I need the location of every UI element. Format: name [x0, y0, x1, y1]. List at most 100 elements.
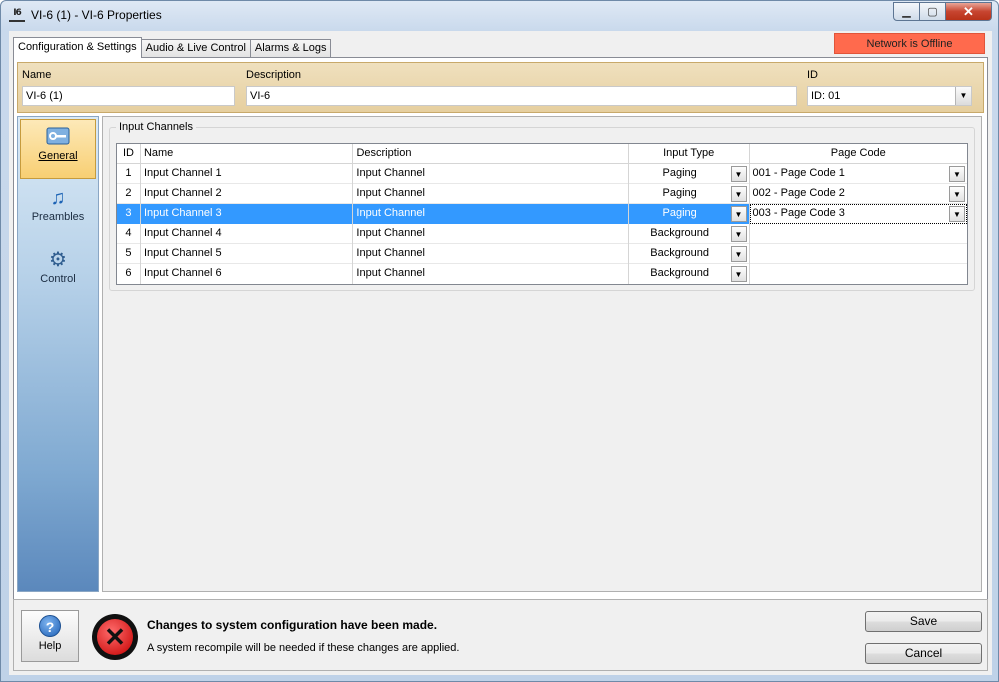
network-status-badge: Network is Offline: [834, 33, 985, 54]
title-bar[interactable]: I6 VI-6 (1) - VI-6 Properties ▁ ▢ ✕: [1, 1, 998, 31]
input-type-select[interactable]: Background ▼: [629, 224, 750, 244]
page-code-value: 002 - Page Code 2: [752, 187, 845, 199]
chevron-down-icon[interactable]: ▼: [730, 246, 747, 262]
table-row[interactable]: 6 Input Channel 6 Input Channel Backgrou…: [117, 264, 967, 284]
row-description[interactable]: Input Channel: [353, 244, 629, 264]
input-type-value: Paging: [662, 207, 697, 219]
row-id: 3: [117, 204, 141, 224]
error-icon: ✕: [92, 614, 138, 660]
table-row[interactable]: 2 Input Channel 2 Input Channel Paging ▼ …: [117, 184, 967, 204]
help-button[interactable]: ? Help: [21, 610, 79, 662]
input-type-value: Background: [650, 247, 709, 259]
table-row[interactable]: 1 Input Channel 1 Input Channel Paging ▼ …: [117, 164, 967, 184]
page-code-cell[interactable]: [750, 264, 967, 284]
column-header-name[interactable]: Name: [141, 144, 354, 164]
close-button[interactable]: ✕: [946, 2, 992, 21]
help-label: Help: [38, 640, 62, 652]
footer-bar: ? Help ✕ Changes to system configuration…: [13, 599, 988, 671]
input-type-select[interactable]: Paging ▼: [628, 204, 750, 224]
nav-item-control[interactable]: ⚙ Control: [20, 243, 96, 303]
table-row[interactable]: 4 Input Channel 4 Input Channel Backgrou…: [117, 224, 967, 244]
chevron-down-icon[interactable]: ▼: [730, 226, 747, 242]
page-code-value: 003 - Page Code 3: [749, 204, 967, 224]
column-header-id[interactable]: ID: [117, 144, 141, 164]
row-id: 4: [117, 224, 141, 244]
input-channels-grid: ID Name Description Input Type Page Code…: [116, 143, 968, 285]
tab-audio-live-control[interactable]: Audio & Live Control: [140, 39, 251, 57]
maximize-icon: ▢: [927, 6, 938, 18]
column-header-input-type[interactable]: Input Type: [629, 144, 750, 164]
row-name[interactable]: Input Channel 2: [141, 184, 354, 204]
page-code-select[interactable]: 001 - Page Code 1 ▼: [750, 164, 967, 184]
tab-configuration-settings[interactable]: Configuration & Settings: [13, 37, 142, 58]
input-type-value: Paging: [662, 167, 697, 179]
input-type-value: Background: [650, 267, 709, 279]
row-description[interactable]: Input Channel: [353, 164, 629, 184]
page-code-value: 001 - Page Code 1: [752, 167, 845, 179]
row-description[interactable]: Input Channel: [353, 224, 629, 244]
device-header: Name VI-6 (1) Description VI-6 ID ID: 01…: [17, 62, 984, 113]
changes-message-title: Changes to system configuration have bee…: [147, 618, 438, 632]
page-code-cell[interactable]: [750, 224, 967, 244]
nav-label-preambles: Preambles: [31, 211, 85, 223]
nav-label-general: General: [38, 150, 78, 162]
row-name[interactable]: Input Channel 1: [141, 164, 354, 184]
properties-window: I6 VI-6 (1) - VI-6 Properties ▁ ▢ ✕ Conf…: [0, 0, 999, 682]
maximize-button[interactable]: ▢: [920, 2, 946, 21]
tab-strip: Configuration & Settings Audio & Live Co…: [13, 37, 332, 58]
configuration-panel: Name VI-6 (1) Description VI-6 ID ID: 01…: [13, 57, 988, 671]
name-label: Name: [22, 69, 52, 81]
name-field[interactable]: VI-6 (1): [22, 86, 235, 106]
chevron-down-icon[interactable]: ▼: [955, 87, 971, 105]
chevron-down-icon[interactable]: ▼: [948, 186, 965, 202]
general-content: Input Channels ID Name Description Input…: [102, 116, 982, 592]
description-field[interactable]: VI-6: [246, 86, 797, 106]
row-description[interactable]: Input Channel: [353, 264, 629, 284]
client-area: Configuration & Settings Audio & Live Co…: [9, 31, 992, 675]
description-label: Description: [246, 69, 302, 81]
chevron-down-icon[interactable]: ▼: [730, 166, 747, 182]
nav-item-general[interactable]: General: [20, 119, 96, 179]
row-id: 5: [117, 244, 141, 264]
left-nav: General ♫ Preambles ⚙ Control: [17, 116, 99, 592]
id-select[interactable]: ID: 01 ▼: [807, 86, 972, 106]
column-header-description[interactable]: Description: [353, 144, 629, 164]
minimize-button[interactable]: ▁: [893, 2, 920, 21]
grid-header-row: ID Name Description Input Type Page Code: [117, 144, 967, 164]
row-id: 1: [117, 164, 141, 184]
input-channels-group: Input Channels ID Name Description Input…: [109, 121, 975, 291]
chevron-down-icon[interactable]: ▼: [948, 166, 965, 182]
chevron-down-icon[interactable]: ▼: [730, 266, 747, 282]
chevron-down-icon[interactable]: ▼: [730, 206, 747, 222]
table-row-selected[interactable]: 3 Input Channel 3 Input Channel Paging ▼ …: [117, 204, 967, 224]
page-code-select[interactable]: 002 - Page Code 2 ▼: [750, 184, 967, 204]
tab-alarms-logs[interactable]: Alarms & Logs: [249, 39, 332, 57]
row-name[interactable]: Input Channel 5: [141, 244, 354, 264]
chevron-down-icon[interactable]: ▼: [948, 206, 965, 222]
column-header-page-code[interactable]: Page Code: [750, 144, 967, 164]
gear-icon: ⚙: [49, 249, 67, 271]
cancel-button[interactable]: Cancel: [865, 643, 982, 664]
page-code-cell[interactable]: [750, 244, 967, 264]
row-name[interactable]: Input Channel 4: [141, 224, 354, 244]
changes-message-detail: A system recompile will be needed if the…: [147, 642, 460, 654]
row-id: 6: [117, 264, 141, 284]
row-description[interactable]: Input Channel: [353, 204, 629, 224]
nav-item-preambles[interactable]: ♫ Preambles: [20, 181, 96, 241]
page-code-select[interactable]: 003 - Page Code 3 ▼: [749, 204, 967, 224]
table-row[interactable]: 5 Input Channel 5 Input Channel Backgrou…: [117, 244, 967, 264]
minimize-icon: ▁: [902, 6, 911, 18]
window-title: VI-6 (1) - VI-6 Properties: [31, 8, 162, 22]
nav-label-control: Control: [40, 273, 76, 285]
save-button[interactable]: Save: [865, 611, 982, 632]
input-type-value: Paging: [662, 187, 697, 199]
wrench-icon: [46, 126, 70, 148]
row-name[interactable]: Input Channel 6: [141, 264, 354, 284]
input-type-select[interactable]: Paging ▼: [629, 164, 750, 184]
row-name[interactable]: Input Channel 3: [140, 204, 354, 224]
row-description[interactable]: Input Channel: [353, 184, 629, 204]
input-type-select[interactable]: Paging ▼: [629, 184, 750, 204]
input-type-select[interactable]: Background ▼: [629, 264, 750, 284]
chevron-down-icon[interactable]: ▼: [730, 186, 747, 202]
input-type-select[interactable]: Background ▼: [629, 244, 750, 264]
